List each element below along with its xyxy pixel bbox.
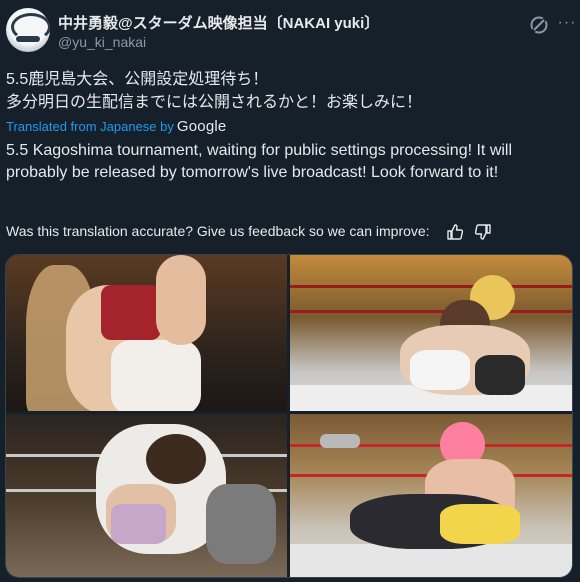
photo-wrestler-closeup[interactable] bbox=[6, 255, 287, 411]
grok-icon[interactable] bbox=[528, 14, 550, 36]
thumbs-up-icon[interactable] bbox=[446, 223, 464, 241]
post-header: 中井勇毅@スターダム映像担当〔NAKAI yuki〕 @yu_ki_nakai … bbox=[6, 8, 575, 54]
google-logo: Google bbox=[176, 118, 227, 135]
display-name[interactable]: 中井勇毅@スターダム映像担当〔NAKAI yuki〕 bbox=[58, 12, 379, 33]
avatar[interactable] bbox=[6, 8, 50, 52]
translated-text: 5.5 Kagoshima tournament, waiting for pu… bbox=[6, 142, 513, 181]
media-grid bbox=[5, 254, 573, 578]
user-handle[interactable]: @yu_ki_nakai bbox=[58, 34, 146, 50]
photo-ring-grapple[interactable] bbox=[6, 414, 287, 577]
photo-ring-pin[interactable] bbox=[290, 414, 572, 577]
photo-ring-submission[interactable] bbox=[290, 255, 572, 411]
original-line-2: 多分明日の生配信までには公開されるかと！お楽しみに！ bbox=[6, 94, 423, 111]
translated-from-label: Translated from Japanese by bbox=[6, 119, 174, 134]
thumbs-down-icon[interactable] bbox=[474, 223, 492, 241]
original-line-1: 5.5鹿児島大会、公開設定処理待ち！ bbox=[6, 71, 269, 88]
translation-feedback-prompt: Was this translation accurate? Give us f… bbox=[6, 223, 430, 239]
more-options-icon[interactable]: ··· bbox=[556, 14, 578, 36]
original-text: 5.5鹿児島大会、公開設定処理待ち！ 多分明日の生配信までには公開されるかと！お… bbox=[6, 68, 422, 114]
translation-attribution[interactable]: Translated from Japanese by Google bbox=[6, 118, 226, 135]
